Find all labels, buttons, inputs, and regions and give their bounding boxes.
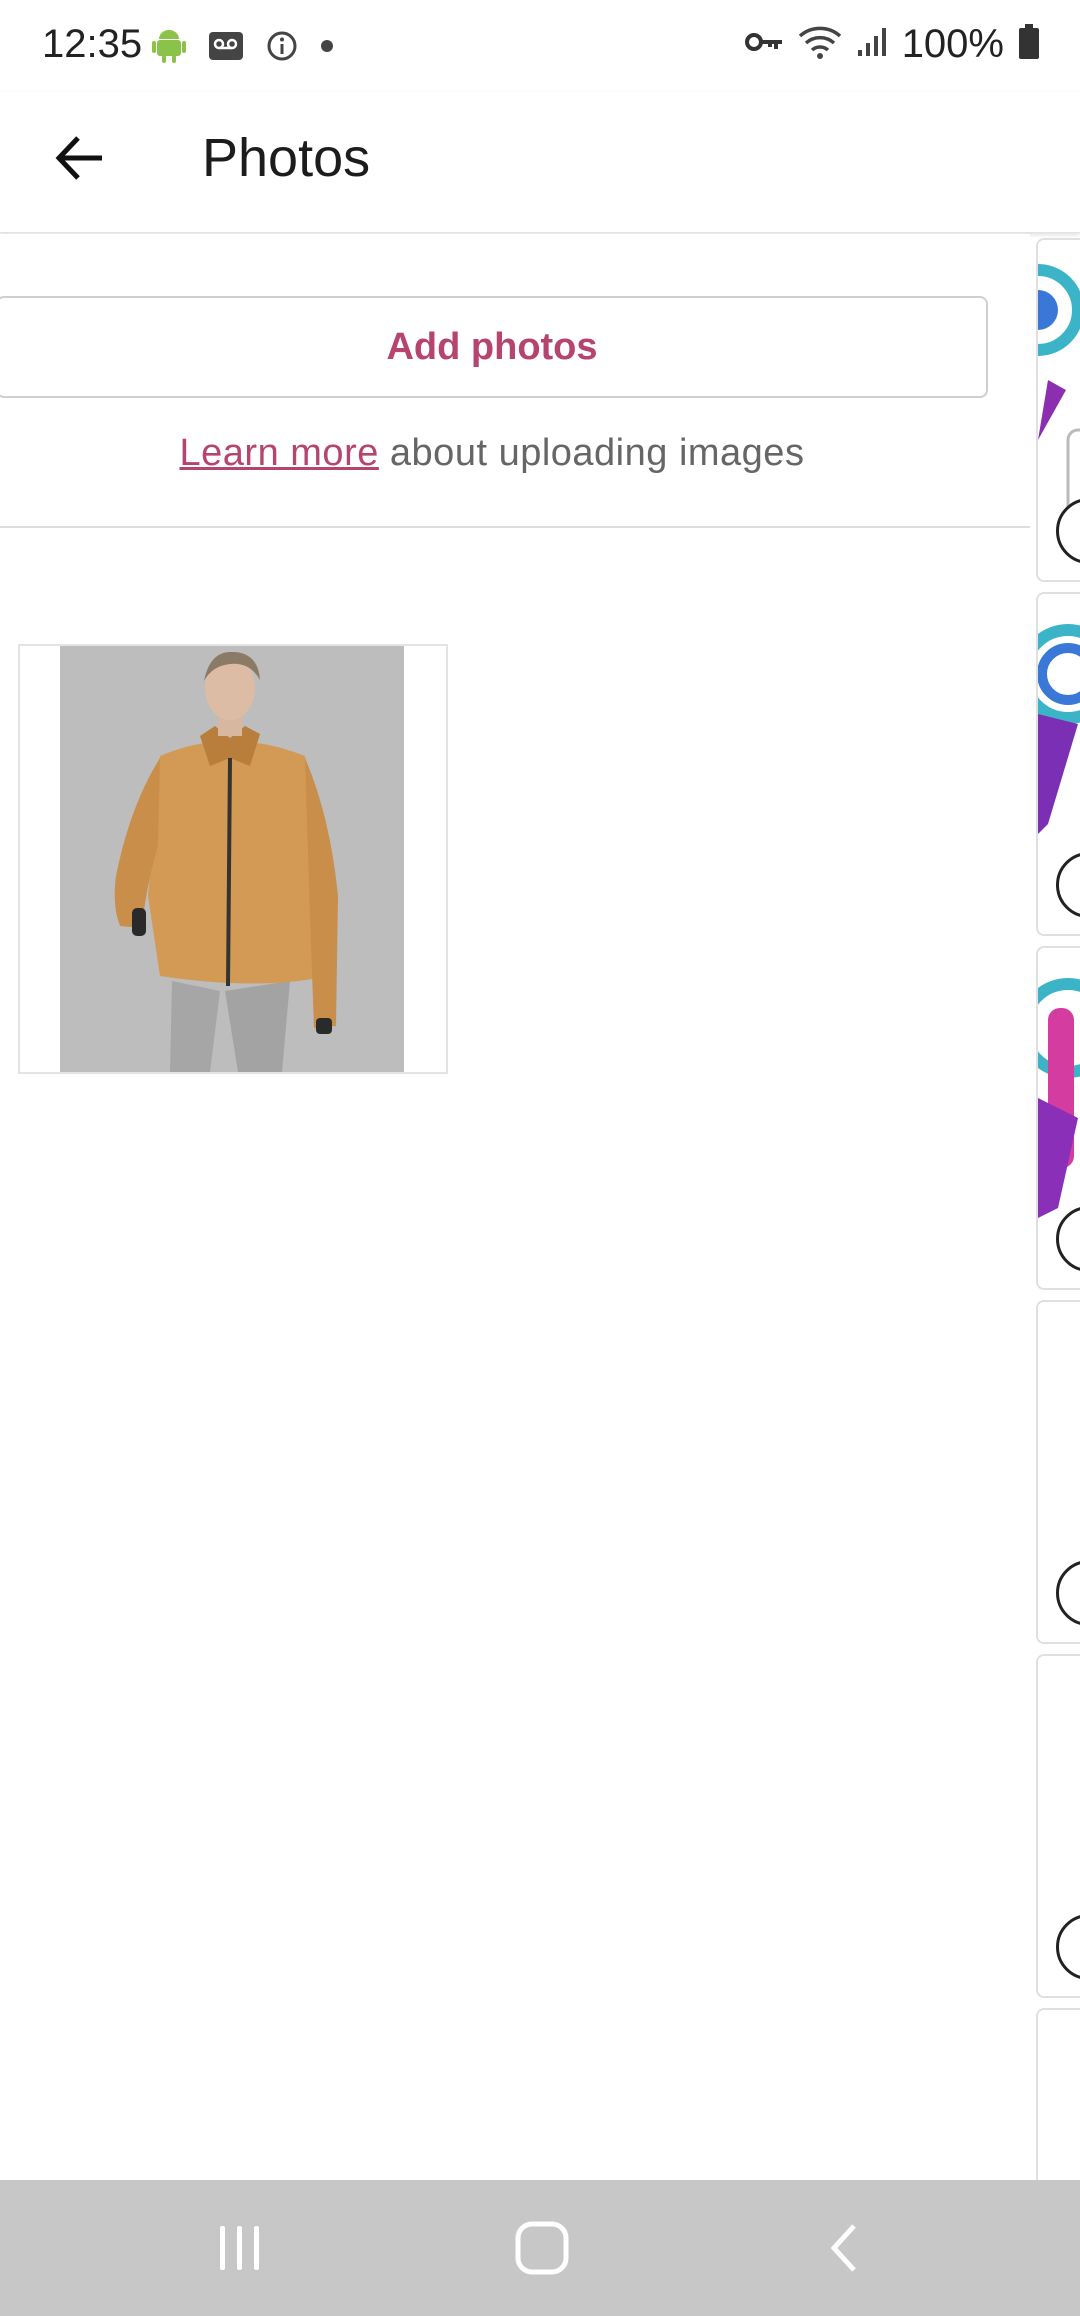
home-button[interactable] xyxy=(492,2208,592,2288)
side-card[interactable] xyxy=(1036,1654,1080,1998)
signal-icon xyxy=(856,26,888,63)
system-nav-bar xyxy=(0,2180,1080,2316)
vpn-key-icon xyxy=(744,30,784,59)
recents-icon xyxy=(220,2226,259,2270)
back-icon xyxy=(830,2224,856,2272)
select-circle[interactable] xyxy=(1056,1914,1080,1980)
battery-icon xyxy=(1018,24,1040,65)
side-card[interactable] xyxy=(1036,238,1080,582)
side-card[interactable] xyxy=(1036,592,1080,936)
back-button[interactable] xyxy=(44,122,116,194)
status-system-icons: 100% xyxy=(744,22,1040,67)
select-circle[interactable] xyxy=(1056,1560,1080,1626)
arrow-back-icon xyxy=(55,136,102,180)
recents-button[interactable] xyxy=(190,2208,290,2288)
wifi-icon xyxy=(798,24,842,65)
learn-more-suffix: about uploading images xyxy=(378,432,805,474)
add-photos-button[interactable]: Add photos xyxy=(0,296,988,398)
photo-thumbnail[interactable] xyxy=(18,644,448,1074)
product-photo-jacket xyxy=(60,646,404,1072)
app-bar: Photos xyxy=(0,92,1080,233)
divider xyxy=(0,526,1030,528)
voicemail-icon xyxy=(208,30,244,67)
info-icon xyxy=(266,30,298,67)
home-icon xyxy=(515,2221,569,2275)
battery-percent: 100% xyxy=(901,22,1004,66)
status-notification-icons xyxy=(152,28,334,69)
status-time: 12:35 xyxy=(42,22,143,66)
learn-more-link[interactable]: Learn more xyxy=(180,432,379,474)
photos-panel: Add photos Learn more about uploading im… xyxy=(0,234,1030,2180)
side-card[interactable] xyxy=(1036,946,1080,1290)
side-card[interactable] xyxy=(1036,1300,1080,1644)
side-peek-strip xyxy=(1036,236,1080,2212)
status-bar: 12:35 100% xyxy=(0,0,1080,92)
nav-back-button[interactable] xyxy=(796,2208,896,2288)
android-icon xyxy=(152,28,186,69)
page-title: Photos xyxy=(202,128,371,188)
dot-icon xyxy=(320,39,334,58)
learn-more-row: Learn more about uploading images xyxy=(0,432,984,475)
